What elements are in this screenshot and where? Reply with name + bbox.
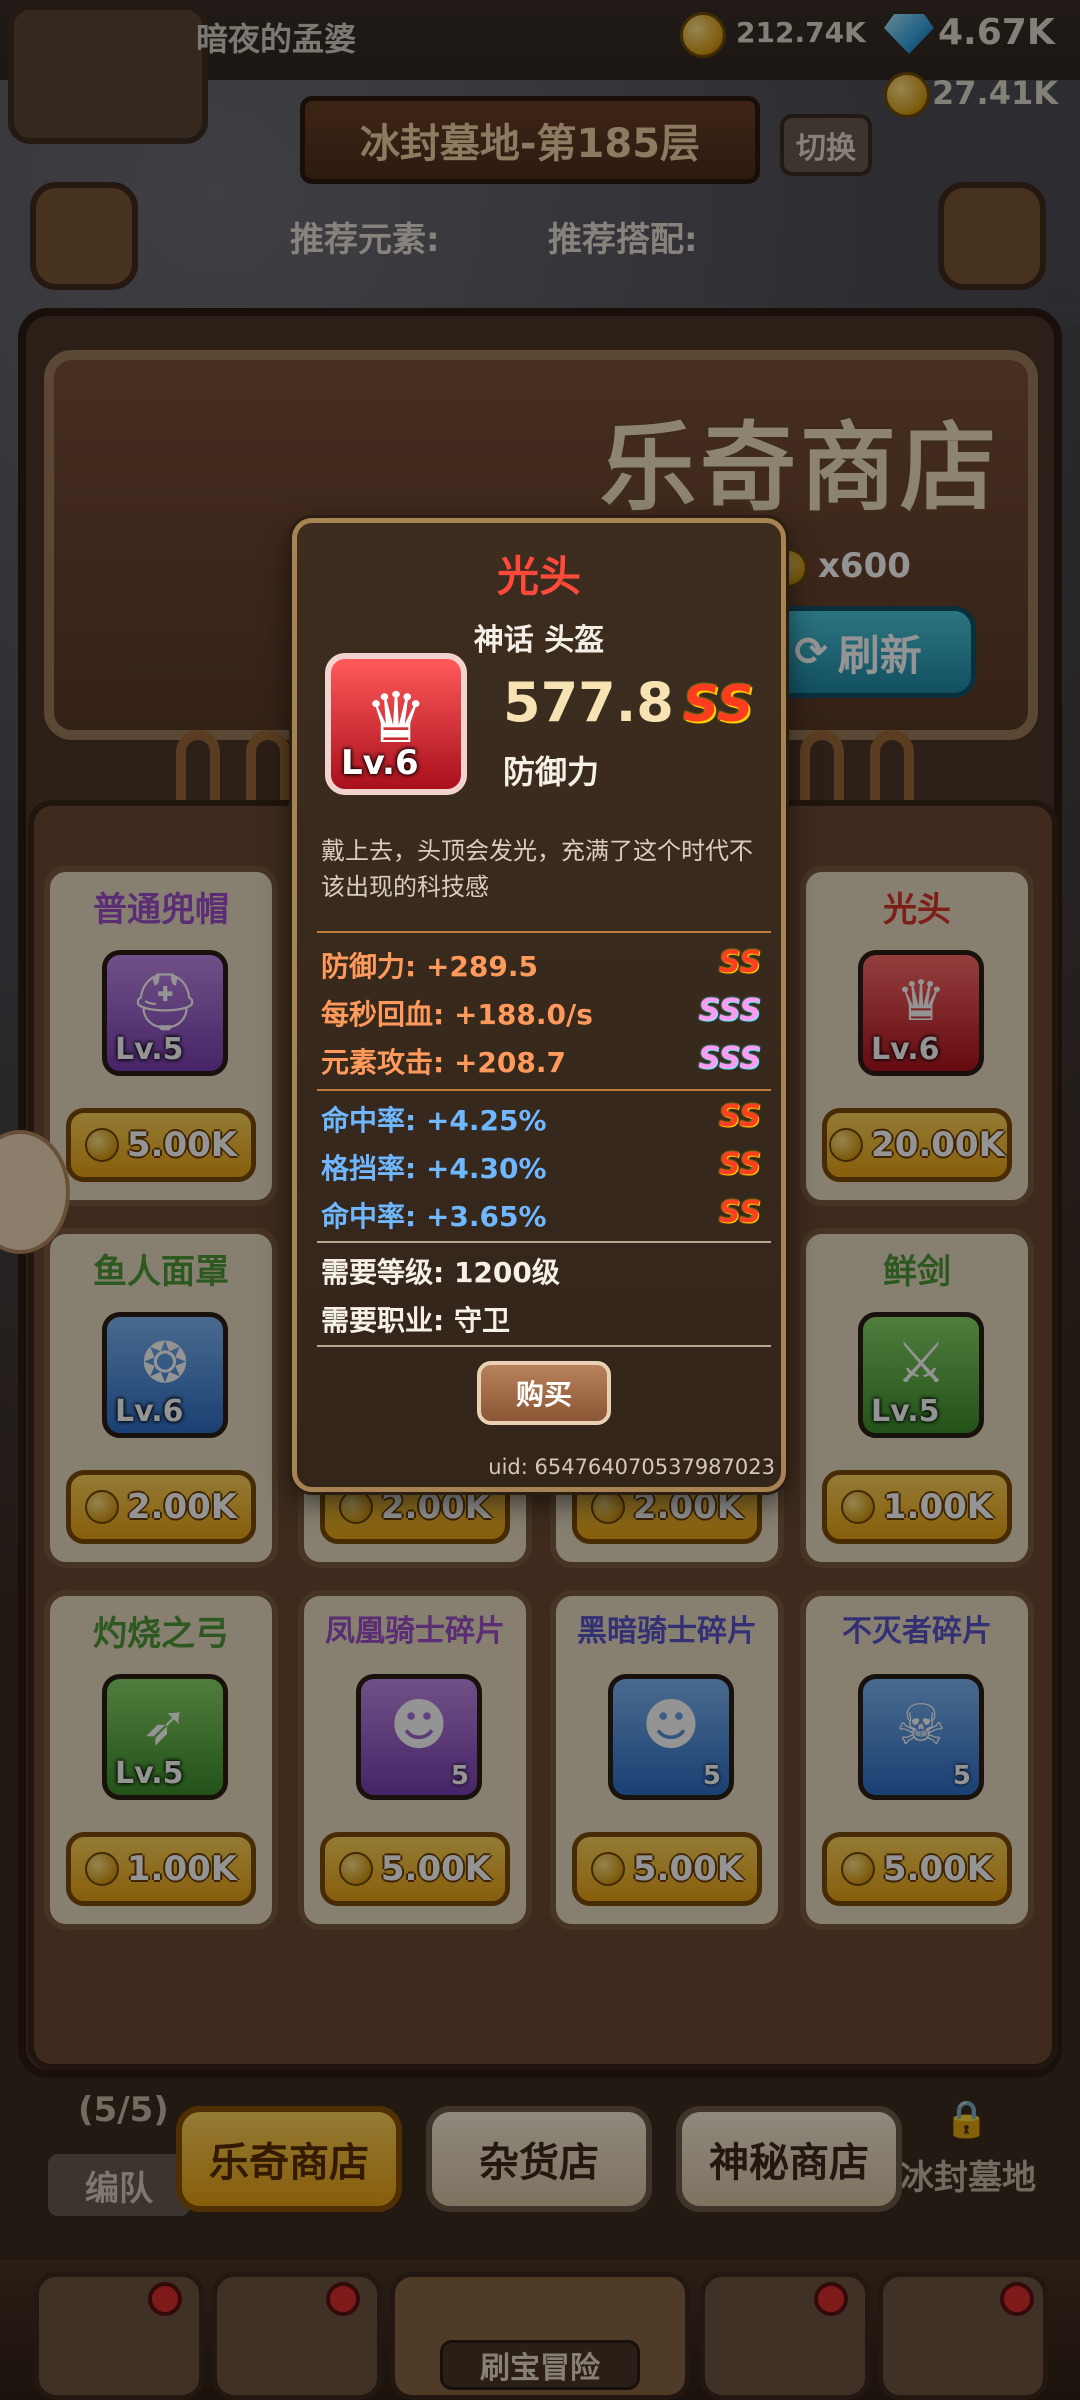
stat-row: 每秒回血: +188.0/s SSS bbox=[321, 993, 761, 1037]
stat-grade: SSS bbox=[698, 993, 761, 1028]
divider bbox=[317, 1089, 771, 1091]
stat-row: 命中率: +3.65% SS bbox=[321, 1195, 761, 1239]
stat-grade: SS bbox=[718, 1147, 761, 1182]
stat-label: 元素攻击: +208.7 bbox=[321, 1046, 566, 1079]
item-main-value: 577.8 bbox=[503, 671, 674, 734]
item-detail-popup: 光头 神话 头盔 ♛ Lv.6 577.8 SS 防御力 戴上去，头顶会发光，充… bbox=[292, 518, 786, 1492]
item-main-stat: 防御力 bbox=[503, 753, 600, 791]
item-level: Lv.6 bbox=[341, 743, 419, 783]
divider bbox=[317, 931, 771, 933]
divider bbox=[317, 1241, 771, 1243]
stat-grade: SS bbox=[718, 1099, 761, 1134]
item-title: 光头 bbox=[496, 552, 581, 601]
stat-row: 命中率: +4.25% SS bbox=[321, 1099, 761, 1143]
required-class: 需要职业: 守卫 bbox=[321, 1304, 510, 1337]
required-level: 需要等级: 1200级 bbox=[321, 1256, 560, 1289]
stat-label: 防御力: +289.5 bbox=[321, 950, 538, 983]
buy-button[interactable]: 购买 bbox=[477, 1361, 611, 1425]
stat-grade: SS bbox=[718, 945, 761, 980]
stat-label: 格挡率: +4.30% bbox=[321, 1152, 547, 1185]
stat-row: 元素攻击: +208.7 SSS bbox=[321, 1041, 761, 1085]
stat-grade: SS bbox=[718, 1195, 761, 1230]
stat-label: 命中率: +3.65% bbox=[321, 1200, 547, 1233]
stat-row: 格挡率: +4.30% SS bbox=[321, 1147, 761, 1191]
stat-label: 命中率: +4.25% bbox=[321, 1104, 547, 1137]
crown-icon: ♛ Lv.6 bbox=[325, 653, 467, 795]
item-rank-badge: SS bbox=[683, 675, 754, 733]
stat-label: 每秒回血: +188.0/s bbox=[321, 998, 593, 1031]
item-description: 戴上去，头顶会发光，充满了这个时代不该出现的科技感 bbox=[321, 837, 753, 901]
stat-grade: SSS bbox=[698, 1041, 761, 1076]
item-uid: uid: 6547640705379870​23 bbox=[488, 1455, 775, 1479]
stat-row: 防御力: +289.5 SS bbox=[321, 945, 761, 989]
divider bbox=[317, 1345, 771, 1347]
